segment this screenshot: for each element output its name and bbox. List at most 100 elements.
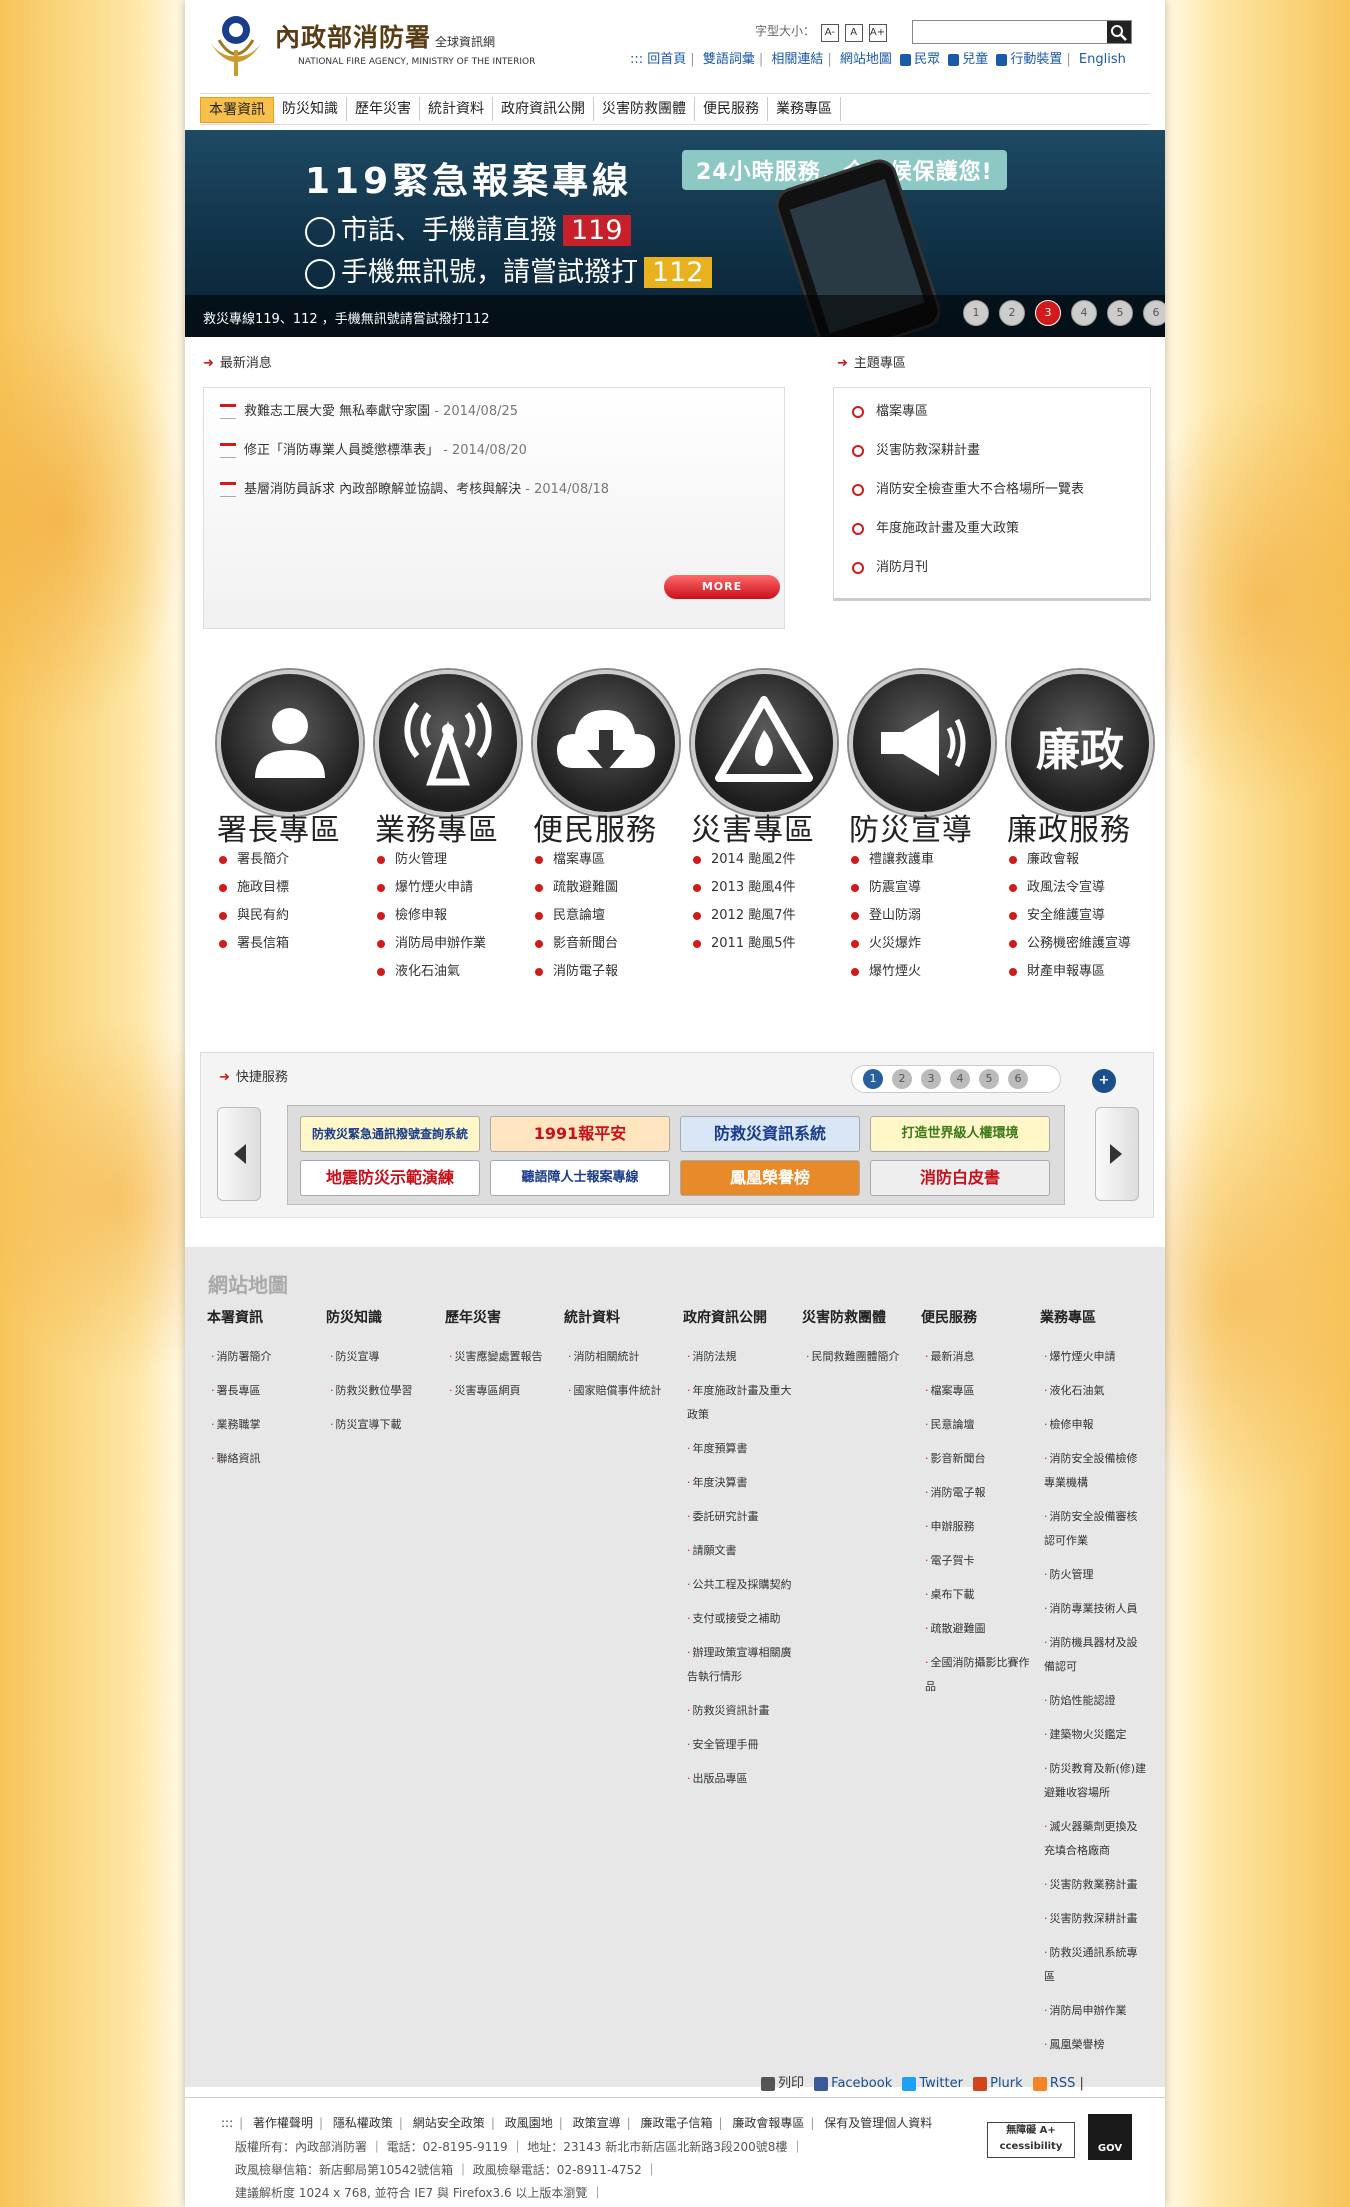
topic-item[interactable]: 消防月刊: [852, 556, 928, 575]
quick-page-dot[interactable]: 6: [1008, 1069, 1028, 1089]
news-item[interactable]: 基層消防員訴求 內政部瞭解並協調、考核與解決 - 2014/08/18: [220, 478, 609, 497]
quick-page-dot[interactable]: 2: [892, 1069, 912, 1089]
sitemap-link[interactable]: · 出版品專區: [683, 1767, 795, 1791]
sitemap-link[interactable]: · 防火管理: [1040, 1563, 1148, 1587]
accessibility-badge[interactable]: 無障礙 A+ ccessibility: [987, 2122, 1075, 2158]
slide-dot[interactable]: 5: [1107, 300, 1133, 326]
slide-dot-active[interactable]: 3: [1035, 300, 1061, 326]
quick-expand-button[interactable]: +: [1092, 1069, 1116, 1093]
sitemap-link[interactable]: · 消防局申辦作業: [1040, 1999, 1148, 2023]
sitemap-link[interactable]: · 聯絡資訊: [207, 1447, 325, 1471]
quick-tile-emergency-comm[interactable]: 防救災緊急通訊撥號查詢系統: [300, 1116, 480, 1152]
footer-link-privacy[interactable]: 隱私權政策: [333, 2116, 393, 2130]
sitemap-link[interactable]: · 民間救難團體簡介: [802, 1345, 920, 1369]
service-link[interactable]: 影音新聞台: [535, 932, 618, 960]
sitemap-link[interactable]: · 年度預算書: [683, 1437, 795, 1461]
toplink-citizen[interactable]: 民眾: [914, 52, 940, 67]
sitemap-column-head[interactable]: 業務專區: [1040, 1307, 1148, 1327]
service-link[interactable]: 消防局申辦作業: [377, 932, 486, 960]
slide-dot[interactable]: 2: [999, 300, 1025, 326]
twitter-link[interactable]: Twitter: [919, 2076, 963, 2091]
slide-dot[interactable]: 1: [963, 300, 989, 326]
service-link[interactable]: 爆竹煙火: [851, 960, 934, 988]
sitemap-link[interactable]: · 災害防救深耕計畫: [1040, 1907, 1148, 1931]
service-link[interactable]: 2014 颱風2件: [693, 848, 796, 876]
sitemap-link[interactable]: · 公共工程及採購契約: [683, 1573, 795, 1597]
hero-banner[interactable]: 119緊急報案專線 24小時服務．全天候保護您! 市話、手機請直撥119 手機無…: [185, 130, 1165, 337]
service-link[interactable]: 民意論壇: [535, 904, 618, 932]
sitemap-column-head[interactable]: 本署資訊: [207, 1307, 325, 1327]
sitemap-link[interactable]: · 消防法規: [683, 1345, 795, 1369]
service-link[interactable]: 公務機密維護宣導: [1009, 932, 1131, 960]
footer-link-personal-data[interactable]: 保有及管理個人資料: [824, 2116, 932, 2130]
sitemap-link[interactable]: · 最新消息: [921, 1345, 1033, 1369]
sitemap-link[interactable]: · 防焰性能認證: [1040, 1689, 1148, 1713]
service-button[interactable]: 廉政: [1007, 670, 1153, 816]
site-logo[interactable]: 內政部消防署 全球資訊網 NATIONAL FIRE AGENCY, MINIST…: [205, 10, 535, 80]
sitemap-link[interactable]: · 消防相關統計: [564, 1345, 682, 1369]
sitemap-link[interactable]: · 滅火器藥劑更換及充填合格廠商: [1040, 1815, 1148, 1863]
quick-tile-hearing-impaired[interactable]: 聽語障人士報案專線: [490, 1160, 670, 1196]
nav-item-groups[interactable]: 災害防救團體: [594, 97, 695, 121]
quick-page-dot[interactable]: 3: [921, 1069, 941, 1089]
service-link[interactable]: 檢修申報: [377, 904, 486, 932]
service-link[interactable]: 禮讓救護車: [851, 848, 934, 876]
service-link[interactable]: 消防電子報: [535, 960, 618, 988]
sitemap-link[interactable]: · 災害專區網頁: [445, 1379, 563, 1403]
news-item[interactable]: 救難志工展大愛 無私奉獻守家園 - 2014/08/25: [220, 400, 518, 419]
gov-badge[interactable]: GOV: [1088, 2114, 1132, 2160]
topic-item[interactable]: 災害防救深耕計畫: [852, 439, 980, 458]
sitemap-link[interactable]: · 消防機具器材及設備認可: [1040, 1631, 1148, 1679]
font-large-button[interactable]: A+: [868, 24, 887, 42]
service-button[interactable]: [691, 670, 837, 816]
topic-item[interactable]: 檔案專區: [852, 400, 928, 419]
toplink-english[interactable]: English: [1079, 52, 1126, 67]
nav-item-services[interactable]: 便民服務: [695, 97, 768, 121]
toplink-glossary[interactable]: 雙語詞彙: [703, 52, 755, 67]
sitemap-link[interactable]: · 支付或接受之補助: [683, 1607, 795, 1631]
sitemap-link[interactable]: · 年度決算書: [683, 1471, 795, 1495]
sitemap-link[interactable]: · 防災教育及新(修)建避難收容場所: [1040, 1757, 1148, 1805]
sitemap-link[interactable]: · 災害應變處置報告: [445, 1345, 563, 1369]
sitemap-link[interactable]: · 國家賠償事件統計: [564, 1379, 682, 1403]
service-button[interactable]: [533, 670, 679, 816]
sitemap-column-head[interactable]: 歷年災害: [445, 1307, 563, 1327]
sitemap-link[interactable]: · 申辦服務: [921, 1515, 1033, 1539]
sitemap-column-head[interactable]: 災害防救團體: [802, 1307, 920, 1327]
sitemap-link[interactable]: · 署長專區: [207, 1379, 325, 1403]
footer-link-ethics[interactable]: 政風園地: [505, 2116, 553, 2130]
sitemap-link[interactable]: · 全國消防攝影比賽作品: [921, 1651, 1033, 1699]
sitemap-column-head[interactable]: 便民服務: [921, 1307, 1033, 1327]
slide-dot[interactable]: 4: [1071, 300, 1097, 326]
sitemap-link[interactable]: · 年度施政計畫及重大政策: [683, 1379, 795, 1427]
nav-item-about[interactable]: 本署資訊: [200, 97, 274, 123]
service-link[interactable]: 火災爆炸: [851, 932, 934, 960]
service-button[interactable]: [849, 670, 995, 816]
sitemap-link[interactable]: · 災害防救業務計畫: [1040, 1873, 1148, 1897]
service-button[interactable]: [375, 670, 521, 816]
quick-tile-white-paper[interactable]: 消防白皮書: [870, 1160, 1050, 1196]
search-button[interactable]: [1107, 21, 1131, 43]
service-link[interactable]: 2011 颱風5件: [693, 932, 796, 960]
quick-prev-button[interactable]: [217, 1107, 261, 1201]
quick-tile-human-rights[interactable]: 打造世界級人權環境: [870, 1116, 1050, 1152]
service-link[interactable]: 與民有約: [219, 904, 289, 932]
sitemap-link[interactable]: · 辦理政策宣導相關廣告執行情形: [683, 1641, 795, 1689]
service-link[interactable]: 安全維護宣導: [1009, 904, 1131, 932]
sitemap-link[interactable]: · 消防專業技術人員: [1040, 1597, 1148, 1621]
topic-item[interactable]: 消防安全檢查重大不合格場所一覽表: [852, 478, 1084, 497]
news-item[interactable]: 修正「消防專業人員獎懲標準表」 - 2014/08/20: [220, 439, 527, 458]
service-link[interactable]: 2012 颱風7件: [693, 904, 796, 932]
nav-item-gov-info[interactable]: 政府資訊公開: [493, 97, 594, 121]
quick-tile-disaster-info[interactable]: 防救災資訊系統: [680, 1116, 860, 1152]
toplink-sitemap[interactable]: 網站地圖: [840, 52, 892, 67]
rss-link[interactable]: RSS: [1050, 2076, 1076, 2091]
quick-page-dot[interactable]: 4: [950, 1069, 970, 1089]
quick-tile-phoenix-honor[interactable]: 鳳凰榮譽榜: [680, 1160, 860, 1196]
quick-page-dot[interactable]: 5: [979, 1069, 999, 1089]
service-link[interactable]: 署長信箱: [219, 932, 289, 960]
service-link[interactable]: 疏散避難圖: [535, 876, 618, 904]
toplink-home[interactable]: ::: 回首頁: [630, 52, 686, 67]
print-link[interactable]: 列印: [778, 2076, 804, 2091]
sitemap-link[interactable]: · 液化石油氣: [1040, 1379, 1148, 1403]
